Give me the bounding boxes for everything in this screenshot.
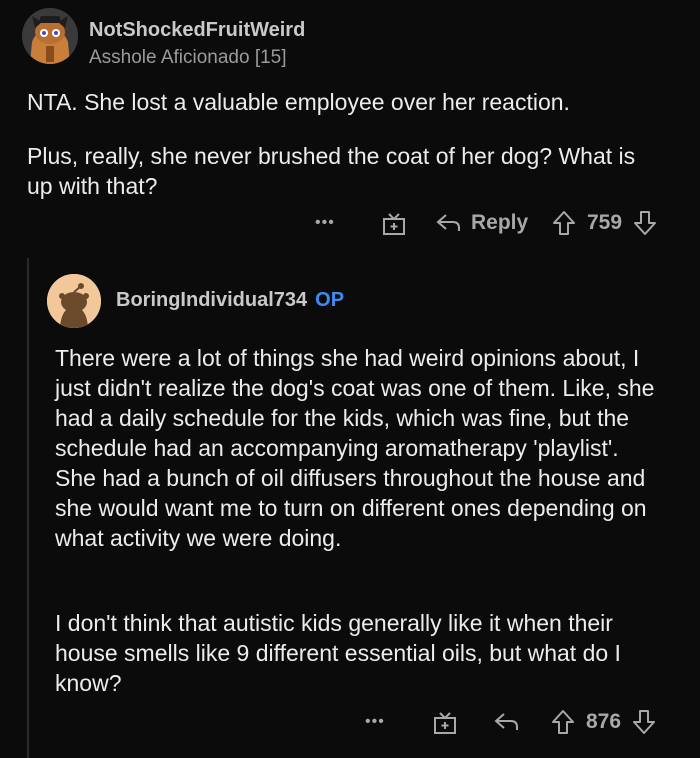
more-options-button[interactable]: •••	[315, 214, 335, 232]
upvote-icon[interactable]	[550, 708, 576, 736]
reply-button[interactable]: Reply	[435, 211, 528, 235]
more-options-icon: •••	[365, 713, 385, 730]
vote-score: 876	[586, 710, 622, 733]
comment-text: I don't think that autistic kids general…	[55, 610, 621, 696]
default-snoo-avatar-icon	[47, 274, 101, 328]
user-flair: Asshole Aficionado [15]	[89, 47, 287, 68]
avatar[interactable]	[47, 274, 101, 328]
vote-score: 759	[587, 211, 623, 234]
reply-arrow-icon	[494, 713, 518, 730]
thread-line	[27, 258, 29, 758]
downvote-icon[interactable]	[632, 209, 658, 237]
vote-controls: 876	[550, 708, 657, 736]
snoo-avatar-icon	[22, 8, 78, 64]
more-options-button[interactable]: •••	[365, 713, 385, 731]
comment-text: Plus, really, she never brushed the coat…	[27, 143, 636, 199]
reply-arrow-icon	[436, 214, 460, 231]
comment-actions: ••• Reply 759	[315, 207, 685, 239]
reply-button[interactable]	[493, 710, 521, 734]
award-button[interactable]	[381, 210, 407, 236]
gift-icon	[383, 213, 405, 235]
comment-actions: ••• 876	[365, 706, 685, 738]
username-row: BoringIndividual734 OP	[116, 289, 344, 312]
vote-controls: 759	[551, 209, 658, 237]
comment-text: There were a lot of things she had weird…	[55, 345, 655, 551]
username[interactable]: BoringIndividual734	[116, 289, 307, 311]
more-options-icon: •••	[315, 214, 335, 231]
award-button[interactable]	[432, 709, 458, 735]
reply-label: Reply	[471, 211, 529, 234]
downvote-icon[interactable]	[631, 708, 657, 736]
op-badge: OP	[315, 289, 345, 311]
avatar[interactable]	[22, 8, 78, 64]
username[interactable]: NotShockedFruitWeird	[89, 19, 305, 42]
gift-icon	[434, 712, 456, 734]
comment-text: NTA. She lost a valuable employee over h…	[27, 89, 570, 115]
upvote-icon[interactable]	[551, 209, 577, 237]
